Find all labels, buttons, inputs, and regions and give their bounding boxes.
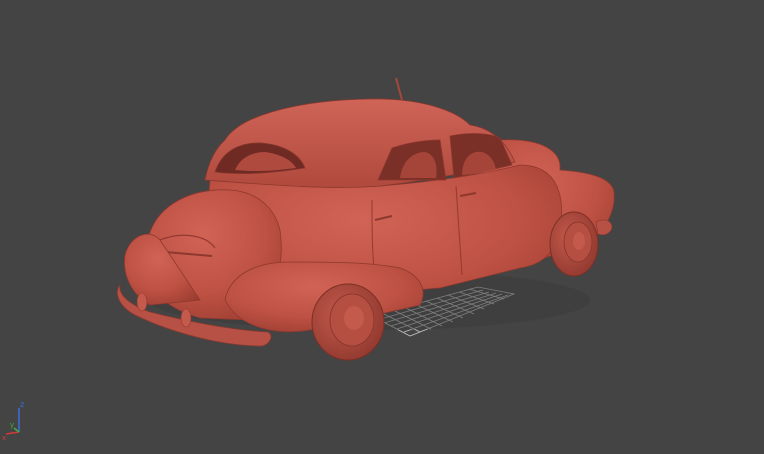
car-model[interactable] — [117, 98, 615, 361]
x-axis-label: x — [2, 434, 6, 442]
x-axis-line — [5, 431, 20, 435]
y-axis-label: y — [10, 421, 14, 429]
3d-viewport[interactable]: z x y — [0, 0, 764, 454]
antenna — [395, 77, 403, 101]
z-axis-label: z — [20, 400, 24, 409]
front-wheel — [549, 211, 599, 277]
rear-wheel — [311, 283, 385, 361]
scene-canvas[interactable] — [0, 0, 764, 454]
axis-gizmo: z x y — [2, 400, 24, 442]
